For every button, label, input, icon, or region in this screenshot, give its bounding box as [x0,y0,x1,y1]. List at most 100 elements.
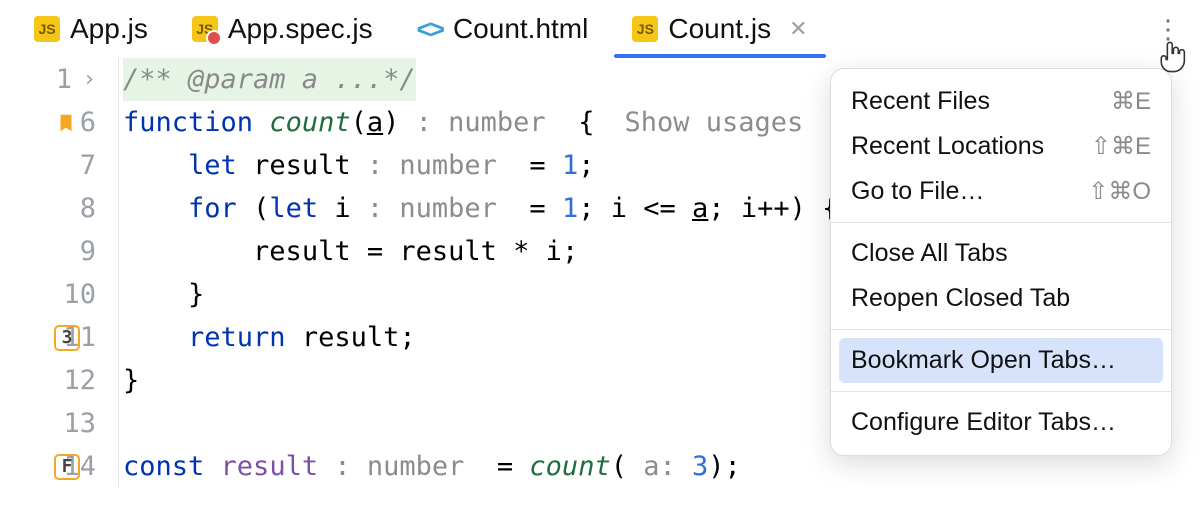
indent [123,273,188,316]
op: * [513,230,546,273]
doc-comment: /** @param a ...*/ [123,58,416,101]
menu-recent-locations[interactable]: Recent Locations ⇧⌘E [831,124,1171,169]
param-hint: a: [643,445,692,488]
tab-app-spec-js[interactable]: JS App.spec.js [170,0,395,58]
paren: ( [253,187,269,230]
type-hint: : number [367,144,497,187]
menu-label: Reopen Closed Tab [851,284,1070,313]
paren: ); [708,445,741,488]
indent [123,316,188,359]
kw: for [188,187,253,230]
menu-go-to-file[interactable]: Go to File… ⇧⌘O [831,169,1171,214]
indent [123,230,253,273]
ident: result [302,316,400,359]
line-number: 12 [62,359,96,402]
ident: i [334,187,367,230]
menu-reopen-closed-tab[interactable]: Reopen Closed Tab [831,276,1171,321]
menu-label: Configure Editor Tabs… [851,408,1116,437]
kw: function [123,101,269,144]
type-hint: : number [416,101,546,144]
type-hint: : number [334,445,464,488]
brace: { [546,101,595,144]
semi: ; [578,144,594,187]
semi: ; [562,230,578,273]
tab-label: Count.js [668,13,771,45]
param: a [692,187,708,230]
js-file-icon: JS [632,16,658,42]
tab-context-menu: Recent Files ⌘E Recent Locations ⇧⌘E Go … [830,68,1172,456]
menu-shortcut: ⇧⌘E [1091,132,1151,161]
menu-label: Close All Tabs [851,239,1008,268]
paren: ( [351,101,367,144]
kw: const [123,445,221,488]
ident: result [253,144,367,187]
tab-label: Count.html [453,13,588,45]
semi: ; [399,316,415,359]
html-file-icon: <> [417,14,443,45]
num: 1 [562,187,578,230]
ident: result [399,230,513,273]
menu-recent-files[interactable]: Recent Files ⌘E [831,79,1171,124]
menu-close-all-tabs[interactable]: Close All Tabs [831,231,1171,276]
js-file-icon: JS [34,16,60,42]
menu-separator [831,329,1171,330]
line-number: 8 [62,187,96,230]
menu-label: Go to File… [851,177,984,206]
line-number: 1 [38,58,72,101]
paren: ( [611,445,644,488]
close-tab-icon[interactable]: ✕ [789,16,807,42]
op: ++ [757,187,790,230]
menu-separator [831,391,1171,392]
kw: return [188,316,302,359]
bookmark-icon[interactable] [54,111,78,135]
menu-bookmark-open-tabs[interactable]: Bookmark Open Tabs… [839,338,1163,383]
tab-count-js[interactable]: JS Count.js ✕ [610,0,829,58]
bookmark-mnemonic-3[interactable]: 3 [54,325,80,351]
kw: let [269,187,334,230]
num: 1 [562,144,578,187]
ident: i [741,187,757,230]
show-usages-hint[interactable]: Show usages [594,101,803,144]
line-number: 9 [62,230,96,273]
paren: ) [383,101,416,144]
line-number: 7 [62,144,96,187]
num: 3 [692,445,708,488]
line-number: 10 [62,273,96,316]
menu-shortcut: ⌘E [1111,87,1151,116]
param: a [367,101,383,144]
op: = [367,230,400,273]
semi: ; [708,187,741,230]
line-number: 13 [62,402,96,445]
menu-configure-editor-tabs[interactable]: Configure Editor Tabs… [831,400,1171,445]
js-spec-file-icon: JS [192,16,218,42]
menu-separator [831,222,1171,223]
menu-label: Recent Locations [851,132,1044,161]
brace: } [123,359,139,402]
menu-label: Bookmark Open Tabs… [851,346,1116,375]
tab-count-html[interactable]: <> Count.html [395,0,611,58]
op: <= [643,187,692,230]
ident: result [253,230,367,273]
fn-call: count [529,445,610,488]
indent [123,144,188,187]
op: = [464,445,529,488]
tab-app-js[interactable]: JS App.js [12,0,170,58]
fold-chevron-icon[interactable]: › [80,58,96,101]
tab-overflow-button[interactable]: ⋮ [1154,9,1182,49]
tab-label: App.spec.js [228,13,373,45]
brace: } [188,273,204,316]
semi: ; [578,187,611,230]
bookmark-mnemonic-f[interactable]: F [54,454,80,480]
ident: i [546,230,562,273]
kw: let [188,144,253,187]
indent [123,187,188,230]
gutter: 1› 6 7 8 9 10 311 12 13 F14 [0,58,118,488]
op: = [497,187,562,230]
ident: i [611,187,644,230]
tab-bar: JS App.js JS App.spec.js <> Count.html J… [0,0,1200,58]
tab-label: App.js [70,13,148,45]
ident: result [221,445,335,488]
type-hint: : number [367,187,497,230]
fn-name: count [269,101,350,144]
menu-shortcut: ⇧⌘O [1088,177,1151,206]
